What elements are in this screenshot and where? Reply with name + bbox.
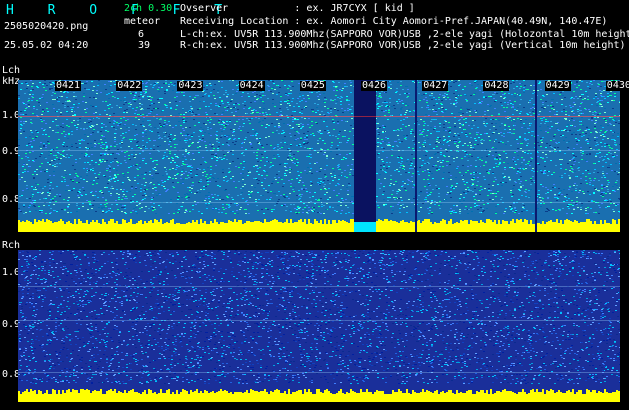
observer-info: Ovserver : ex. JR7CYX [ kid ] <box>180 3 415 14</box>
receiving-location: Receiving Location : ex. Aomori City Aom… <box>180 16 608 27</box>
lch-spectrogram <box>18 80 620 232</box>
reference-line <box>18 202 620 203</box>
reference-line <box>18 150 620 151</box>
reference-line <box>18 372 620 373</box>
lch-label: Lch <box>2 65 21 76</box>
time-tick-label: 0427 <box>422 80 449 91</box>
version-label: 2ch 0.30 <box>124 3 173 14</box>
time-tick-label: 0424 <box>238 80 265 91</box>
vertical-marker <box>535 80 537 232</box>
meteor-count-rch: 39 <box>138 40 151 51</box>
reference-line <box>18 320 620 321</box>
meteor-label: meteor <box>124 16 161 27</box>
lch-info: L-ch:ex. UV5R 113.900Mhz(SAPPORO VOR)USB… <box>180 29 629 40</box>
time-tick-label: 0425 <box>299 80 326 91</box>
meteor-count-lch: 6 <box>138 29 145 40</box>
time-tick-label: 0428 <box>483 80 510 91</box>
vor-carrier-trace <box>18 116 620 117</box>
time-tick-label: 0421 <box>55 80 82 91</box>
reference-line <box>18 286 620 287</box>
time-tick-label: 0429 <box>544 80 571 91</box>
time-tick-label: 0430 <box>605 81 629 91</box>
rch-info: R-ch:ex. UV5R 113.900Mhz(SAPPORO VOR)USB… <box>180 40 626 51</box>
time-tick-label: 0422 <box>116 80 143 91</box>
vertical-marker <box>415 80 417 232</box>
time-tick-label: 0426 <box>361 80 388 91</box>
time-tick-label: 0423 <box>177 80 204 91</box>
data-gap <box>354 80 376 232</box>
capture-datetime: 25.05.02 04:20 <box>4 40 89 51</box>
rch-spectrogram <box>18 250 620 402</box>
file-name: 2505020420.png <box>4 21 89 32</box>
data-gap-floor <box>354 222 376 232</box>
